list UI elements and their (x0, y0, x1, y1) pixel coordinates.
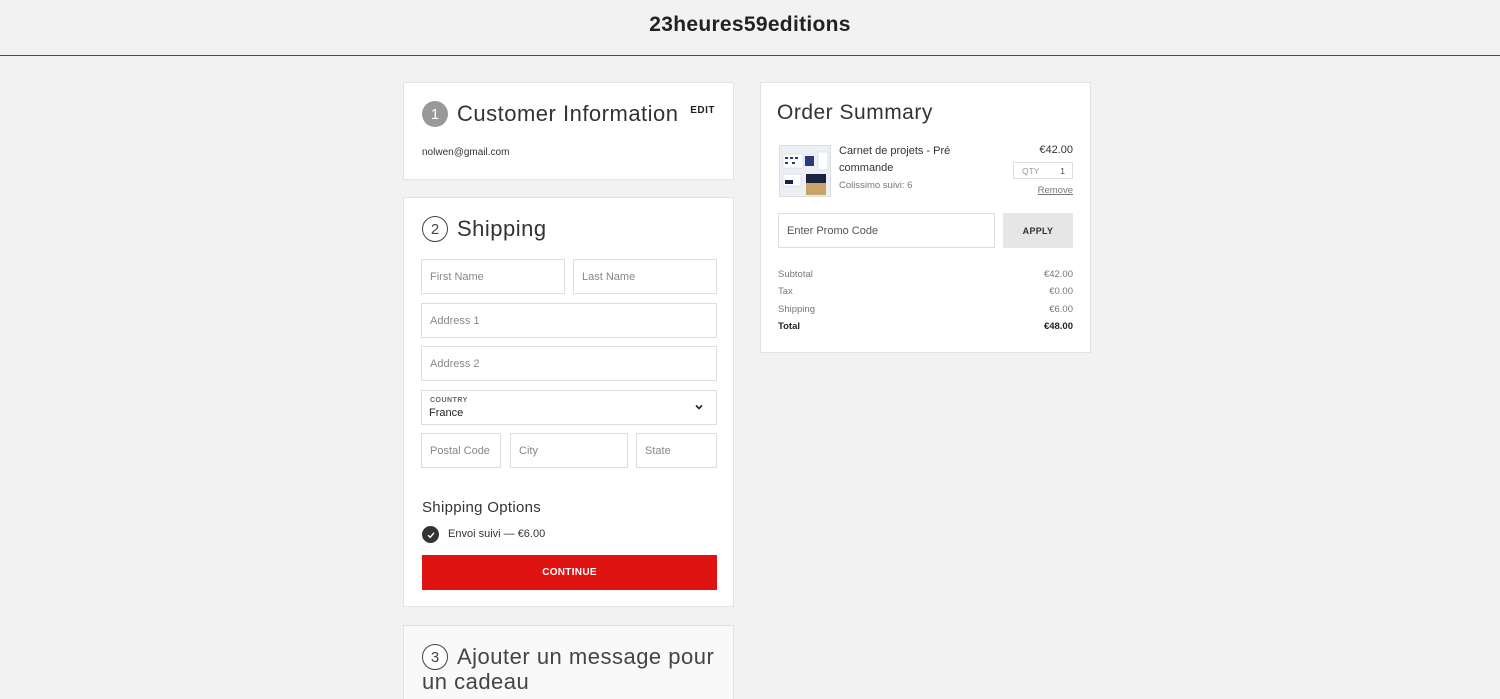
last-name-field[interactable] (573, 259, 717, 294)
customer-step-header: 1 Customer Information (422, 101, 679, 127)
postal-code-input[interactable] (430, 434, 500, 467)
shipping-option-radio[interactable] (422, 526, 439, 543)
postal-code-field[interactable] (421, 433, 501, 468)
product-name: Carnet de projets - Pré commande (839, 145, 951, 174)
gift-step-title: Ajouter un message pour un cadeau (422, 644, 715, 694)
gift-message-card: 3 Ajouter un message pour un cadeau (403, 625, 734, 699)
shipping-step-title: Shipping (457, 216, 547, 241)
quantity-label: QTY (1022, 166, 1040, 176)
address2-input[interactable] (430, 347, 716, 380)
address2-field[interactable] (421, 346, 717, 381)
shipping-option-label[interactable]: Envoi suivi — €6.00 (448, 528, 545, 540)
total-value: €48.00 (1043, 321, 1073, 332)
total-label: Total (778, 321, 800, 332)
customer-information-card: 1 Customer Information EDIT nolwen@gmail… (403, 82, 734, 180)
tax-row: Tax €0.00 (778, 286, 1073, 297)
promo-code-field[interactable] (778, 213, 995, 248)
step-number-2: 2 (422, 216, 448, 242)
check-icon (427, 531, 435, 538)
gift-step-header[interactable]: 3 Ajouter un message pour un cadeau (422, 644, 722, 694)
shipping-card: 2 Shipping COUNTRY France Shipping Optio… (403, 197, 734, 607)
edit-customer-button[interactable]: EDIT (690, 105, 715, 116)
chevron-down-icon (695, 404, 703, 410)
subtotal-value: €42.00 (1043, 269, 1073, 280)
brand-logo-text[interactable]: 23heures59editions (649, 13, 851, 37)
address1-field[interactable] (421, 303, 717, 338)
subtotal-row: Subtotal €42.00 (778, 269, 1073, 280)
remove-item-link[interactable]: Remove (1038, 185, 1073, 196)
shipping-cost-row: Shipping €6.00 (778, 304, 1073, 315)
first-name-input[interactable] (430, 260, 564, 293)
country-value: France (429, 407, 464, 419)
customer-email: nolwen@gmail.com (422, 147, 510, 158)
site-header: 23heures59editions (0, 0, 1500, 56)
state-input[interactable] (645, 434, 716, 467)
shipping-cost-label: Shipping (778, 304, 815, 315)
order-summary-card: Order Summary Carnet de projets - Pré co… (760, 82, 1091, 353)
quantity-value: 1 (1060, 166, 1065, 176)
total-row: Total €48.00 (778, 321, 1073, 332)
order-summary-title: Order Summary (777, 101, 933, 124)
subtotal-label: Subtotal (778, 269, 813, 280)
city-input[interactable] (519, 434, 627, 467)
promo-code-input[interactable] (787, 224, 994, 237)
first-name-field[interactable] (421, 259, 565, 294)
address1-input[interactable] (430, 304, 716, 337)
step-number-1: 1 (422, 101, 448, 127)
shipping-options-title: Shipping Options (422, 499, 542, 516)
city-field[interactable] (510, 433, 628, 468)
country-label: COUNTRY (430, 397, 468, 404)
step-number-3: 3 (422, 644, 448, 670)
continue-button[interactable]: CONTINUE (422, 555, 717, 590)
product-thumbnail (779, 145, 831, 197)
shipping-step-header: 2 Shipping (422, 216, 547, 242)
product-image (780, 146, 830, 196)
customer-step-title: Customer Information (457, 101, 679, 126)
tax-label: Tax (778, 286, 793, 297)
apply-promo-button[interactable]: APPLY (1003, 213, 1073, 248)
product-variant: Colissimo suivi: 6 (839, 180, 913, 191)
state-field[interactable] (636, 433, 717, 468)
quantity-field[interactable]: QTY 1 (1013, 162, 1073, 179)
shipping-cost-value: €6.00 (1049, 304, 1073, 315)
last-name-input[interactable] (582, 260, 716, 293)
tax-value: €0.00 (1049, 286, 1073, 297)
product-price: €42.00 (1039, 144, 1073, 156)
country-select[interactable]: COUNTRY France (421, 390, 717, 425)
